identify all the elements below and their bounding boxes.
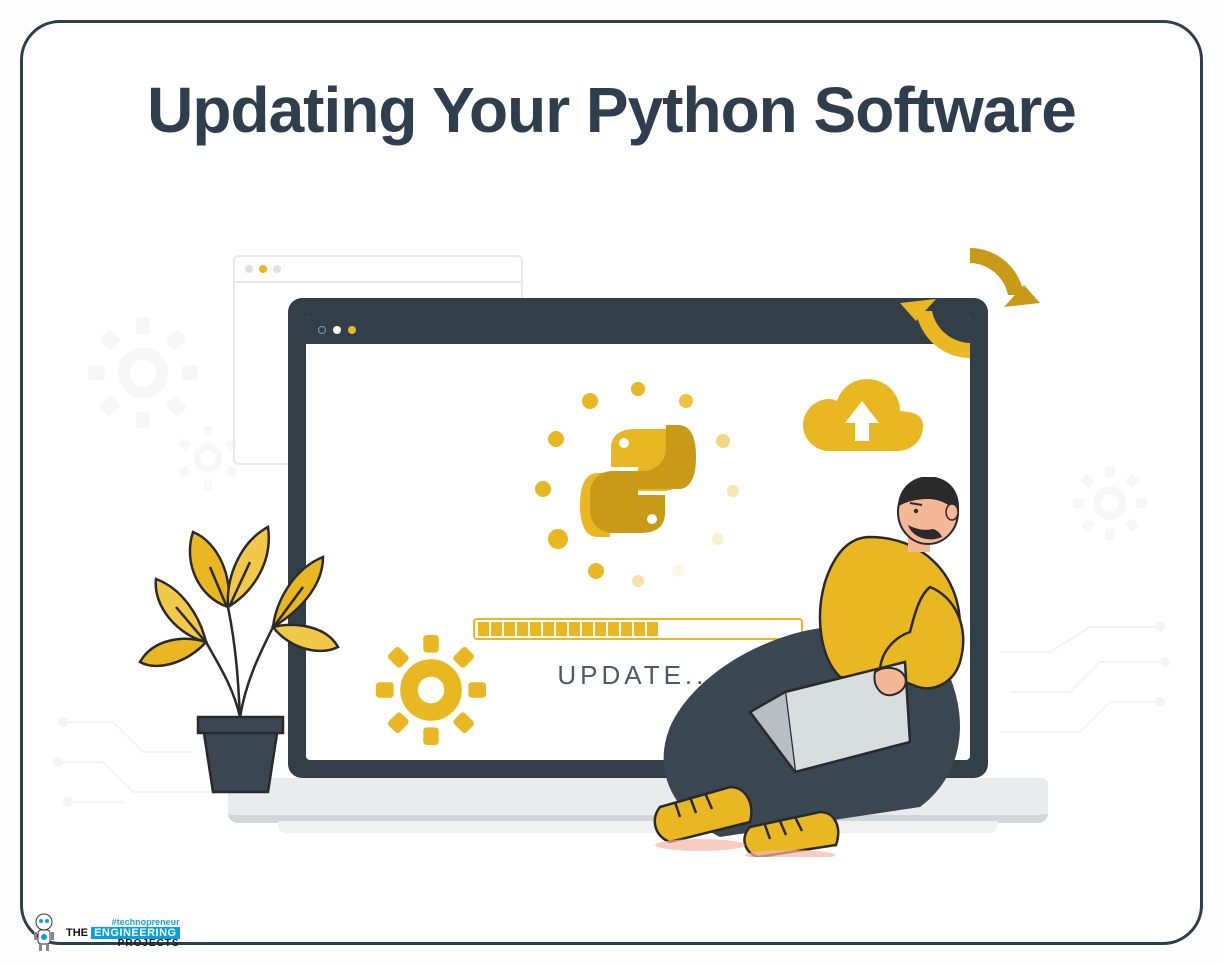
window-dot-icon <box>318 326 326 334</box>
person-illustration <box>620 477 1050 857</box>
bg-gear-icon <box>83 313 203 433</box>
logo-projects: PROJECTS <box>66 939 180 949</box>
cloud-upload-icon <box>795 371 930 466</box>
progress-segment <box>569 622 580 636</box>
progress-segment <box>530 622 541 636</box>
progress-segment <box>478 622 489 636</box>
plant-illustration <box>128 507 348 797</box>
bg-gear-icon <box>1070 463 1150 543</box>
progress-segment <box>543 622 554 636</box>
site-logo: #technopreneur THE ENGINEERING PROJECTS <box>28 913 180 953</box>
progress-segment <box>491 622 502 636</box>
refresh-arrows-icon <box>900 233 1040 373</box>
content-frame: Updating Your Python Software <box>20 20 1203 945</box>
progress-segment <box>556 622 567 636</box>
progress-segment <box>595 622 606 636</box>
progress-segment <box>504 622 515 636</box>
logo-engineering: ENGINEERING <box>91 927 180 939</box>
progress-segment <box>517 622 528 636</box>
progress-segment <box>582 622 593 636</box>
robot-icon <box>28 913 60 953</box>
gear-icon <box>376 635 486 745</box>
page-title: Updating Your Python Software <box>23 73 1200 147</box>
logo-line1: THE ENGINEERING <box>66 928 180 939</box>
window-titlebar <box>306 316 970 344</box>
window-dot-icon <box>348 326 356 334</box>
progress-segment <box>608 622 619 636</box>
logo-the: THE <box>66 927 88 939</box>
window-dot-icon <box>333 326 341 334</box>
logo-hashtag: #technopreneur <box>66 918 180 927</box>
